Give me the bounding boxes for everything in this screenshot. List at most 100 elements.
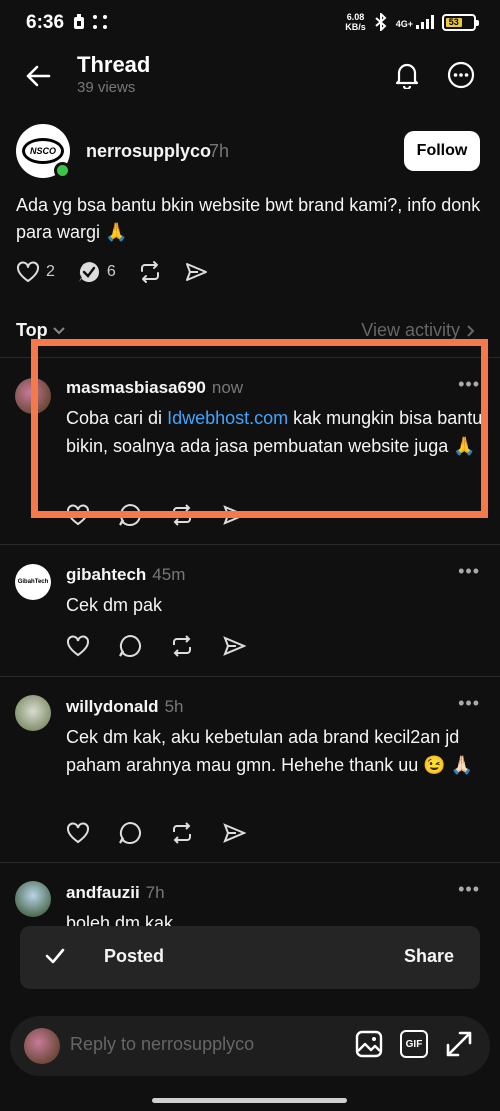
chevron-right-icon bbox=[467, 324, 475, 337]
repost-icon[interactable] bbox=[170, 821, 194, 845]
more-circle-icon bbox=[447, 61, 475, 89]
reply-username-text: gibahtech bbox=[66, 565, 147, 584]
sort-label: Top bbox=[16, 320, 48, 340]
reply-actions bbox=[66, 634, 246, 658]
expand-icon[interactable] bbox=[444, 1029, 474, 1059]
reply-actions bbox=[66, 821, 246, 845]
notification-icon bbox=[74, 14, 84, 29]
reply-text: Cek dm pak bbox=[66, 595, 163, 615]
reply-more-button[interactable]: ••• bbox=[458, 693, 480, 714]
repost-icon[interactable] bbox=[170, 503, 194, 527]
header: Thread 39 views bbox=[0, 48, 500, 104]
network-type: 4G+ bbox=[395, 19, 413, 29]
reply-more-button[interactable]: ••• bbox=[458, 561, 480, 582]
reply-username-text: masmasbiasa690 bbox=[66, 378, 206, 397]
post-username[interactable]: nerrosupplyco bbox=[86, 141, 211, 162]
repost-button[interactable] bbox=[138, 260, 162, 284]
reply-actions bbox=[66, 503, 246, 527]
reply-composer[interactable]: Reply to nerrosupplyco GIF bbox=[10, 1016, 490, 1076]
send-icon bbox=[185, 263, 207, 281]
back-button[interactable] bbox=[20, 58, 56, 94]
reply-input[interactable]: Reply to nerrosupplyco bbox=[70, 1034, 254, 1055]
view-activity-label: View activity bbox=[361, 320, 460, 340]
comment-icon[interactable] bbox=[118, 821, 142, 845]
gif-button[interactable]: GIF bbox=[400, 1030, 428, 1058]
divider bbox=[0, 544, 500, 545]
toast-label: Posted bbox=[104, 946, 165, 966]
more-options-button[interactable] bbox=[444, 58, 478, 92]
send-icon[interactable] bbox=[222, 635, 246, 657]
home-indicator[interactable] bbox=[152, 1098, 347, 1103]
toast-share-button[interactable]: Share bbox=[404, 946, 454, 967]
reply-username[interactable]: willydonald 5h bbox=[66, 697, 183, 717]
reply-username[interactable]: andfauzii 7h bbox=[66, 883, 165, 903]
reply-link[interactable]: Idwebhost.com bbox=[167, 408, 288, 428]
avatar[interactable] bbox=[15, 695, 51, 731]
view-activity-link[interactable]: View activity bbox=[361, 320, 476, 341]
heart-icon[interactable] bbox=[66, 504, 90, 526]
status-right-icons: 6.08 KB/s 4G+ 53 bbox=[345, 12, 479, 32]
repost-icon[interactable] bbox=[170, 634, 194, 658]
online-indicator bbox=[54, 162, 71, 179]
comment-check-icon bbox=[78, 262, 99, 282]
post-text: Ada yg bsa bantu bkin website bwt brand … bbox=[16, 195, 481, 242]
status-bar: 6:36 6.08 KB/s 4G+ 53 bbox=[0, 0, 500, 48]
reply-username-text: willydonald bbox=[66, 697, 159, 716]
reply-text-part: Coba cari di bbox=[66, 408, 168, 428]
network-speed: 6.08 KB/s bbox=[345, 12, 366, 32]
reply-text: Cek dm kak, aku kebetulan ada brand keci… bbox=[66, 727, 474, 775]
network-speed-value: 6.08 bbox=[346, 12, 365, 22]
bell-icon bbox=[395, 63, 419, 89]
reply-username-text: andfauzii bbox=[66, 883, 140, 902]
reply-more-button[interactable]: ••• bbox=[458, 879, 480, 900]
reply-username[interactable]: masmasbiasa690 now bbox=[66, 378, 243, 398]
reply-more-button[interactable]: ••• bbox=[458, 374, 480, 395]
composer-icons: GIF bbox=[354, 1029, 474, 1059]
post-actions: 2 6 bbox=[16, 258, 230, 286]
notifications-button[interactable] bbox=[390, 58, 424, 92]
battery-level: 53 bbox=[446, 17, 462, 27]
signal-icon bbox=[416, 15, 434, 29]
network-speed-unit: KB/s bbox=[345, 22, 366, 32]
reply-username[interactable]: gibahtech 45m bbox=[66, 565, 185, 585]
arrow-left-icon bbox=[26, 65, 51, 87]
gif-label: GIF bbox=[405, 1038, 423, 1050]
avatar[interactable] bbox=[15, 378, 51, 414]
divider bbox=[0, 676, 500, 677]
like-button[interactable]: 2 bbox=[16, 261, 55, 283]
heart-icon[interactable] bbox=[66, 822, 90, 844]
sort-dropdown[interactable]: Top bbox=[16, 320, 66, 341]
share-button[interactable] bbox=[184, 261, 208, 283]
repost-icon bbox=[140, 261, 159, 283]
avatar-text: GibahTech bbox=[17, 579, 49, 585]
avatar bbox=[24, 1028, 60, 1064]
avatar-logo: NSCO bbox=[22, 138, 64, 164]
image-icon[interactable] bbox=[354, 1029, 384, 1059]
send-icon[interactable] bbox=[222, 504, 246, 526]
comment-icon[interactable] bbox=[118, 634, 142, 658]
reply-count: 6 bbox=[106, 263, 116, 280]
page-title: Thread bbox=[77, 52, 151, 77]
check-icon bbox=[45, 948, 65, 964]
sort-row: Top View activity bbox=[0, 318, 500, 344]
bluetooth-icon bbox=[375, 13, 387, 31]
reply-button[interactable]: 6 bbox=[77, 260, 116, 284]
battery-icon: 53 bbox=[442, 13, 479, 31]
chevron-down-icon bbox=[52, 326, 65, 334]
reply-time: 5h bbox=[164, 697, 184, 716]
divider bbox=[0, 862, 500, 863]
avatar[interactable]: GibahTech bbox=[15, 564, 51, 600]
reply-text: Coba cari di Idwebhost.com kak mungkin b… bbox=[66, 404, 486, 460]
send-icon[interactable] bbox=[222, 822, 246, 844]
posted-toast: Posted Share bbox=[20, 926, 480, 989]
avatar[interactable] bbox=[15, 881, 51, 917]
divider bbox=[0, 357, 500, 358]
view-count: 39 views bbox=[77, 79, 136, 96]
heart-icon[interactable] bbox=[66, 635, 90, 657]
post-time: 7h bbox=[209, 141, 230, 161]
follow-button[interactable]: Follow bbox=[404, 131, 480, 171]
reply-time: now bbox=[211, 378, 244, 397]
status-notification-icons bbox=[72, 14, 108, 30]
comment-icon[interactable] bbox=[118, 503, 142, 527]
heart-icon bbox=[17, 261, 39, 282]
